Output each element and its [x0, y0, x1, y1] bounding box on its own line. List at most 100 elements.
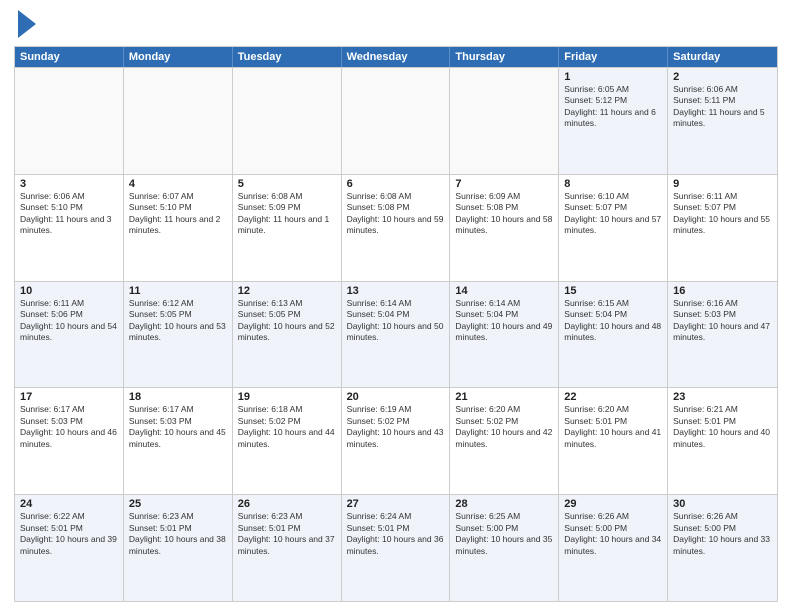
- header-day-wednesday: Wednesday: [342, 47, 451, 67]
- day-cell-20: 20Sunrise: 6:19 AM Sunset: 5:02 PM Dayli…: [342, 388, 451, 494]
- cell-info: Sunrise: 6:05 AM Sunset: 5:12 PM Dayligh…: [564, 84, 662, 130]
- day-number: 3: [20, 178, 118, 190]
- day-cell-7: 7Sunrise: 6:09 AM Sunset: 5:08 PM Daylig…: [450, 175, 559, 281]
- calendar-row-1: 3Sunrise: 6:06 AM Sunset: 5:10 PM Daylig…: [15, 174, 777, 281]
- day-number: 15: [564, 285, 662, 297]
- day-cell-17: 17Sunrise: 6:17 AM Sunset: 5:03 PM Dayli…: [15, 388, 124, 494]
- logo-arrow-icon: [18, 10, 36, 38]
- day-cell-30: 30Sunrise: 6:26 AM Sunset: 5:00 PM Dayli…: [668, 495, 777, 601]
- day-cell-14: 14Sunrise: 6:14 AM Sunset: 5:04 PM Dayli…: [450, 282, 559, 388]
- day-number: 17: [20, 391, 118, 403]
- calendar-row-4: 24Sunrise: 6:22 AM Sunset: 5:01 PM Dayli…: [15, 494, 777, 601]
- day-number: 18: [129, 391, 227, 403]
- day-cell-21: 21Sunrise: 6:20 AM Sunset: 5:02 PM Dayli…: [450, 388, 559, 494]
- header-day-thursday: Thursday: [450, 47, 559, 67]
- cell-info: Sunrise: 6:13 AM Sunset: 5:05 PM Dayligh…: [238, 298, 336, 344]
- day-number: 12: [238, 285, 336, 297]
- day-number: 21: [455, 391, 553, 403]
- day-cell-6: 6Sunrise: 6:08 AM Sunset: 5:08 PM Daylig…: [342, 175, 451, 281]
- cell-info: Sunrise: 6:26 AM Sunset: 5:00 PM Dayligh…: [564, 511, 662, 557]
- empty-cell-0-4: [450, 68, 559, 174]
- day-number: 24: [20, 498, 118, 510]
- cell-info: Sunrise: 6:08 AM Sunset: 5:08 PM Dayligh…: [347, 191, 445, 237]
- day-cell-12: 12Sunrise: 6:13 AM Sunset: 5:05 PM Dayli…: [233, 282, 342, 388]
- day-number: 8: [564, 178, 662, 190]
- header-day-monday: Monday: [124, 47, 233, 67]
- day-number: 19: [238, 391, 336, 403]
- day-number: 23: [673, 391, 772, 403]
- cell-info: Sunrise: 6:16 AM Sunset: 5:03 PM Dayligh…: [673, 298, 772, 344]
- day-cell-22: 22Sunrise: 6:20 AM Sunset: 5:01 PM Dayli…: [559, 388, 668, 494]
- header: [14, 10, 778, 38]
- header-day-tuesday: Tuesday: [233, 47, 342, 67]
- calendar-row-2: 10Sunrise: 6:11 AM Sunset: 5:06 PM Dayli…: [15, 281, 777, 388]
- cell-info: Sunrise: 6:14 AM Sunset: 5:04 PM Dayligh…: [347, 298, 445, 344]
- cell-info: Sunrise: 6:20 AM Sunset: 5:01 PM Dayligh…: [564, 404, 662, 450]
- day-cell-2: 2Sunrise: 6:06 AM Sunset: 5:11 PM Daylig…: [668, 68, 777, 174]
- calendar-body: 1Sunrise: 6:05 AM Sunset: 5:12 PM Daylig…: [15, 67, 777, 601]
- day-number: 11: [129, 285, 227, 297]
- day-cell-16: 16Sunrise: 6:16 AM Sunset: 5:03 PM Dayli…: [668, 282, 777, 388]
- cell-info: Sunrise: 6:06 AM Sunset: 5:10 PM Dayligh…: [20, 191, 118, 237]
- header-day-saturday: Saturday: [668, 47, 777, 67]
- day-cell-26: 26Sunrise: 6:23 AM Sunset: 5:01 PM Dayli…: [233, 495, 342, 601]
- empty-cell-0-2: [233, 68, 342, 174]
- day-number: 28: [455, 498, 553, 510]
- day-number: 1: [564, 71, 662, 83]
- day-number: 4: [129, 178, 227, 190]
- day-cell-15: 15Sunrise: 6:15 AM Sunset: 5:04 PM Dayli…: [559, 282, 668, 388]
- logo: [14, 10, 36, 38]
- cell-info: Sunrise: 6:12 AM Sunset: 5:05 PM Dayligh…: [129, 298, 227, 344]
- cell-info: Sunrise: 6:25 AM Sunset: 5:00 PM Dayligh…: [455, 511, 553, 557]
- calendar-row-0: 1Sunrise: 6:05 AM Sunset: 5:12 PM Daylig…: [15, 67, 777, 174]
- day-number: 29: [564, 498, 662, 510]
- day-cell-3: 3Sunrise: 6:06 AM Sunset: 5:10 PM Daylig…: [15, 175, 124, 281]
- cell-info: Sunrise: 6:26 AM Sunset: 5:00 PM Dayligh…: [673, 511, 772, 557]
- cell-info: Sunrise: 6:08 AM Sunset: 5:09 PM Dayligh…: [238, 191, 336, 237]
- day-cell-9: 9Sunrise: 6:11 AM Sunset: 5:07 PM Daylig…: [668, 175, 777, 281]
- day-cell-1: 1Sunrise: 6:05 AM Sunset: 5:12 PM Daylig…: [559, 68, 668, 174]
- cell-info: Sunrise: 6:14 AM Sunset: 5:04 PM Dayligh…: [455, 298, 553, 344]
- header-day-sunday: Sunday: [15, 47, 124, 67]
- day-cell-11: 11Sunrise: 6:12 AM Sunset: 5:05 PM Dayli…: [124, 282, 233, 388]
- cell-info: Sunrise: 6:17 AM Sunset: 5:03 PM Dayligh…: [20, 404, 118, 450]
- day-cell-5: 5Sunrise: 6:08 AM Sunset: 5:09 PM Daylig…: [233, 175, 342, 281]
- cell-info: Sunrise: 6:20 AM Sunset: 5:02 PM Dayligh…: [455, 404, 553, 450]
- day-cell-29: 29Sunrise: 6:26 AM Sunset: 5:00 PM Dayli…: [559, 495, 668, 601]
- cell-info: Sunrise: 6:10 AM Sunset: 5:07 PM Dayligh…: [564, 191, 662, 237]
- day-number: 16: [673, 285, 772, 297]
- day-cell-4: 4Sunrise: 6:07 AM Sunset: 5:10 PM Daylig…: [124, 175, 233, 281]
- cell-info: Sunrise: 6:18 AM Sunset: 5:02 PM Dayligh…: [238, 404, 336, 450]
- day-number: 13: [347, 285, 445, 297]
- day-number: 2: [673, 71, 772, 83]
- header-day-friday: Friday: [559, 47, 668, 67]
- cell-info: Sunrise: 6:23 AM Sunset: 5:01 PM Dayligh…: [238, 511, 336, 557]
- day-cell-23: 23Sunrise: 6:21 AM Sunset: 5:01 PM Dayli…: [668, 388, 777, 494]
- calendar-header: SundayMondayTuesdayWednesdayThursdayFrid…: [15, 47, 777, 67]
- day-number: 25: [129, 498, 227, 510]
- day-cell-18: 18Sunrise: 6:17 AM Sunset: 5:03 PM Dayli…: [124, 388, 233, 494]
- empty-cell-0-3: [342, 68, 451, 174]
- day-number: 26: [238, 498, 336, 510]
- cell-info: Sunrise: 6:19 AM Sunset: 5:02 PM Dayligh…: [347, 404, 445, 450]
- cell-info: Sunrise: 6:09 AM Sunset: 5:08 PM Dayligh…: [455, 191, 553, 237]
- cell-info: Sunrise: 6:22 AM Sunset: 5:01 PM Dayligh…: [20, 511, 118, 557]
- empty-cell-0-0: [15, 68, 124, 174]
- day-number: 6: [347, 178, 445, 190]
- cell-info: Sunrise: 6:24 AM Sunset: 5:01 PM Dayligh…: [347, 511, 445, 557]
- cell-info: Sunrise: 6:11 AM Sunset: 5:06 PM Dayligh…: [20, 298, 118, 344]
- day-cell-27: 27Sunrise: 6:24 AM Sunset: 5:01 PM Dayli…: [342, 495, 451, 601]
- day-cell-25: 25Sunrise: 6:23 AM Sunset: 5:01 PM Dayli…: [124, 495, 233, 601]
- cell-info: Sunrise: 6:15 AM Sunset: 5:04 PM Dayligh…: [564, 298, 662, 344]
- cell-info: Sunrise: 6:17 AM Sunset: 5:03 PM Dayligh…: [129, 404, 227, 450]
- day-cell-28: 28Sunrise: 6:25 AM Sunset: 5:00 PM Dayli…: [450, 495, 559, 601]
- day-number: 10: [20, 285, 118, 297]
- cell-info: Sunrise: 6:21 AM Sunset: 5:01 PM Dayligh…: [673, 404, 772, 450]
- day-number: 7: [455, 178, 553, 190]
- day-number: 9: [673, 178, 772, 190]
- day-cell-8: 8Sunrise: 6:10 AM Sunset: 5:07 PM Daylig…: [559, 175, 668, 281]
- day-number: 20: [347, 391, 445, 403]
- day-number: 27: [347, 498, 445, 510]
- day-cell-10: 10Sunrise: 6:11 AM Sunset: 5:06 PM Dayli…: [15, 282, 124, 388]
- cell-info: Sunrise: 6:07 AM Sunset: 5:10 PM Dayligh…: [129, 191, 227, 237]
